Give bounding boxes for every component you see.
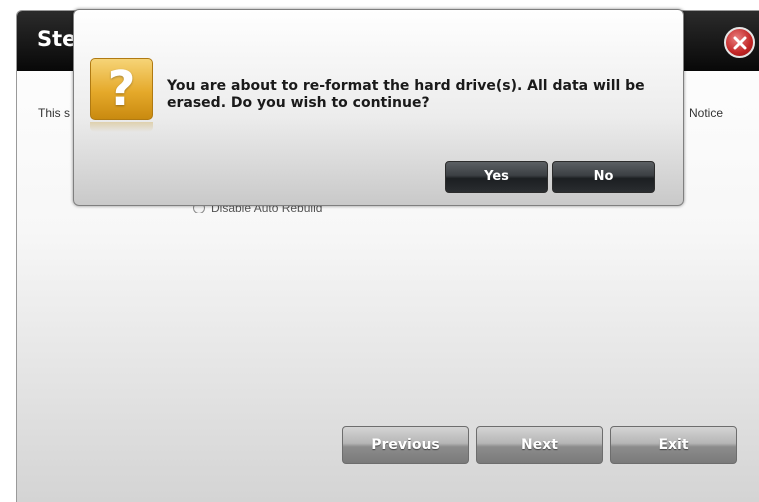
confirm-dialog: ? You are about to re-format the hard dr… (73, 9, 684, 206)
no-button[interactable]: No (552, 161, 655, 193)
question-icon: ? (90, 58, 153, 132)
close-icon (733, 36, 746, 49)
description-text-right: Notice (689, 106, 724, 120)
wizard-title: Ste (37, 27, 77, 51)
description-text-left: This s that t (38, 106, 74, 120)
next-button[interactable]: Next (476, 426, 603, 464)
icon-reflection (90, 122, 153, 132)
exit-button[interactable]: Exit (610, 426, 737, 464)
question-mark: ? (90, 58, 153, 120)
close-button[interactable] (724, 27, 755, 58)
yes-button[interactable]: Yes (445, 161, 548, 193)
previous-button[interactable]: Previous (342, 426, 469, 464)
dialog-message: You are about to re-format the hard driv… (167, 78, 645, 111)
